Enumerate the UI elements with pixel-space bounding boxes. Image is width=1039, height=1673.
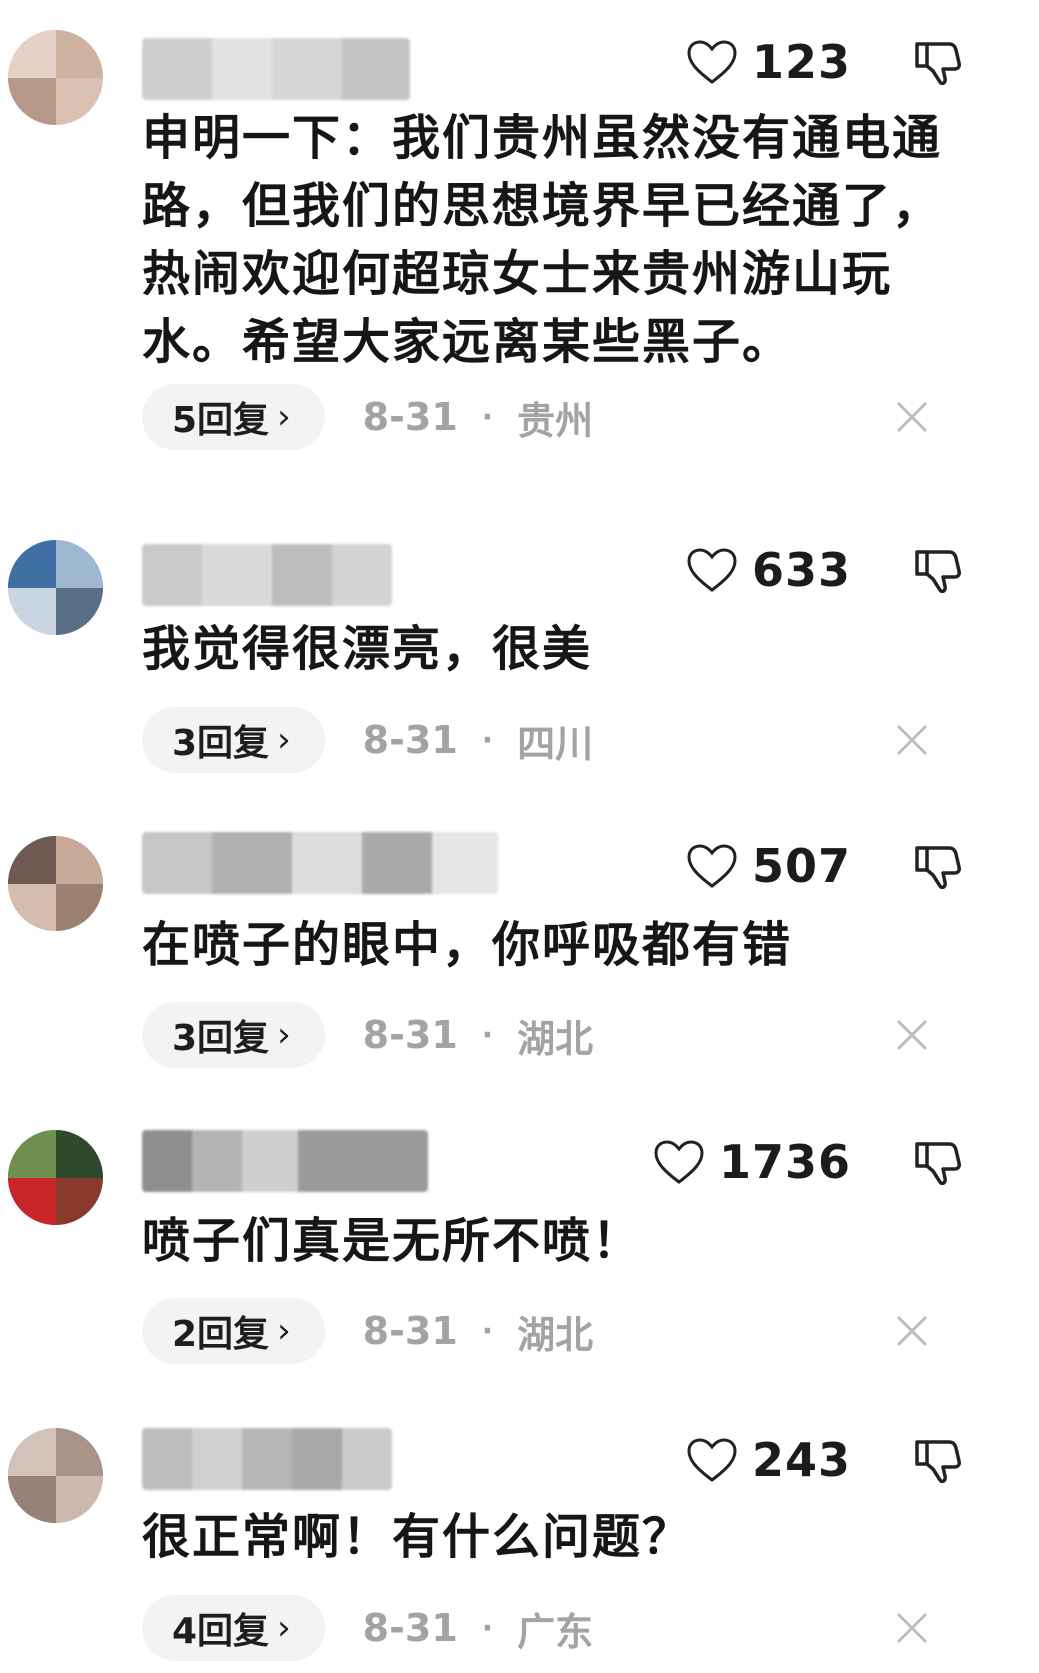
avatar[interactable] bbox=[8, 836, 103, 931]
replies-button[interactable]: 3回复 › bbox=[142, 707, 325, 773]
comment-text: 申明一下：我们贵州虽然没有通电通路，但我们的思想境界早已经通了，热闹欢迎何超琼女… bbox=[142, 110, 943, 370]
like-button[interactable]: 243 bbox=[686, 1430, 851, 1490]
like-button[interactable]: 507 bbox=[686, 836, 851, 896]
comment-footer: 2回复 › 8-31 · 湖北 bbox=[142, 1298, 593, 1364]
heart-outline-icon bbox=[687, 844, 737, 888]
close-icon[interactable] bbox=[895, 1611, 929, 1645]
meta-separator: · bbox=[481, 1017, 494, 1053]
heart-outline-icon bbox=[687, 1438, 737, 1482]
comment-footer: 3回复 › 8-31 · 四川 bbox=[142, 707, 593, 773]
avatar[interactable] bbox=[8, 30, 103, 125]
replies-count: 2回复 bbox=[172, 1314, 270, 1355]
comment-location: 广东 bbox=[517, 1609, 594, 1654]
avatar[interactable] bbox=[8, 1428, 103, 1523]
heart-outline-icon bbox=[687, 40, 737, 84]
chevron-right-icon: › bbox=[277, 1608, 291, 1648]
comment-meta: 8-31 · 广东 bbox=[363, 1601, 594, 1656]
username-blurred[interactable] bbox=[142, 544, 392, 606]
comment-footer: 4回复 › 8-31 · 广东 bbox=[142, 1595, 593, 1661]
comment-footer: 3回复 › 8-31 · 湖北 bbox=[142, 1002, 593, 1068]
comment-date: 8-31 bbox=[362, 1309, 458, 1353]
avatar[interactable] bbox=[8, 540, 103, 635]
like-button[interactable]: 633 bbox=[686, 540, 851, 600]
comment-text: 我觉得很漂亮，很美 bbox=[142, 621, 593, 677]
comment-text: 在喷子的眼中，你呼吸都有错 bbox=[142, 917, 793, 973]
replies-button[interactable]: 5回复 › bbox=[142, 384, 325, 450]
comment-text: 很正常啊！有什么问题？ bbox=[142, 1509, 693, 1565]
chevron-right-icon: › bbox=[277, 1015, 291, 1055]
comment-text: 喷子们真是无所不喷！ bbox=[142, 1213, 643, 1269]
chevron-right-icon: › bbox=[277, 1311, 291, 1351]
replies-count: 4回复 bbox=[172, 1611, 270, 1652]
comment-meta: 8-31 · 四川 bbox=[363, 713, 594, 768]
close-icon[interactable] bbox=[895, 1314, 929, 1348]
close-icon[interactable] bbox=[895, 1018, 929, 1052]
like-count: 633 bbox=[751, 543, 851, 597]
replies-count: 5回复 bbox=[172, 400, 270, 441]
like-button[interactable]: 123 bbox=[686, 32, 851, 92]
chevron-right-icon: › bbox=[277, 720, 291, 760]
like-count: 1736 bbox=[718, 1135, 851, 1189]
thumbs-down-icon[interactable] bbox=[913, 1436, 961, 1486]
replies-count: 3回复 bbox=[172, 723, 270, 764]
thumbs-down-icon[interactable] bbox=[913, 1138, 961, 1188]
comment-meta: 8-31 · 湖北 bbox=[363, 1304, 594, 1359]
replies-button[interactable]: 4回复 › bbox=[142, 1595, 325, 1661]
comment-meta: 8-31 · 贵州 bbox=[363, 390, 594, 445]
comment-location: 四川 bbox=[517, 721, 594, 766]
replies-count: 3回复 bbox=[172, 1018, 270, 1059]
close-icon[interactable] bbox=[895, 723, 929, 757]
heart-outline-icon bbox=[687, 548, 737, 592]
username-blurred[interactable] bbox=[142, 1130, 428, 1192]
chevron-right-icon: › bbox=[277, 397, 291, 437]
meta-separator: · bbox=[481, 1610, 494, 1646]
heart-outline-icon bbox=[654, 1140, 704, 1184]
like-button[interactable]: 1736 bbox=[653, 1132, 851, 1192]
comment-date: 8-31 bbox=[362, 1013, 458, 1057]
comment-date: 8-31 bbox=[362, 718, 458, 762]
comment-footer: 5回复 › 8-31 · 贵州 bbox=[142, 384, 593, 450]
comment-date: 8-31 bbox=[362, 395, 458, 439]
thumbs-down-icon[interactable] bbox=[913, 38, 961, 88]
comment-location: 湖北 bbox=[517, 1312, 594, 1357]
comment-meta: 8-31 · 湖北 bbox=[363, 1008, 594, 1063]
meta-separator: · bbox=[481, 1313, 494, 1349]
meta-separator: · bbox=[481, 399, 494, 435]
replies-button[interactable]: 2回复 › bbox=[142, 1298, 325, 1364]
comment-location: 湖北 bbox=[517, 1016, 594, 1061]
meta-separator: · bbox=[481, 722, 494, 758]
like-count: 123 bbox=[751, 35, 851, 89]
username-blurred[interactable] bbox=[142, 1428, 392, 1490]
thumbs-down-icon[interactable] bbox=[913, 546, 961, 596]
comment-location: 贵州 bbox=[517, 398, 594, 443]
like-count: 243 bbox=[751, 1433, 851, 1487]
username-blurred[interactable] bbox=[142, 38, 410, 100]
close-icon[interactable] bbox=[895, 400, 929, 434]
comment-date: 8-31 bbox=[362, 1606, 458, 1650]
username-blurred[interactable] bbox=[142, 832, 498, 894]
like-count: 507 bbox=[751, 839, 851, 893]
thumbs-down-icon[interactable] bbox=[913, 842, 961, 892]
avatar[interactable] bbox=[8, 1130, 103, 1225]
replies-button[interactable]: 3回复 › bbox=[142, 1002, 325, 1068]
